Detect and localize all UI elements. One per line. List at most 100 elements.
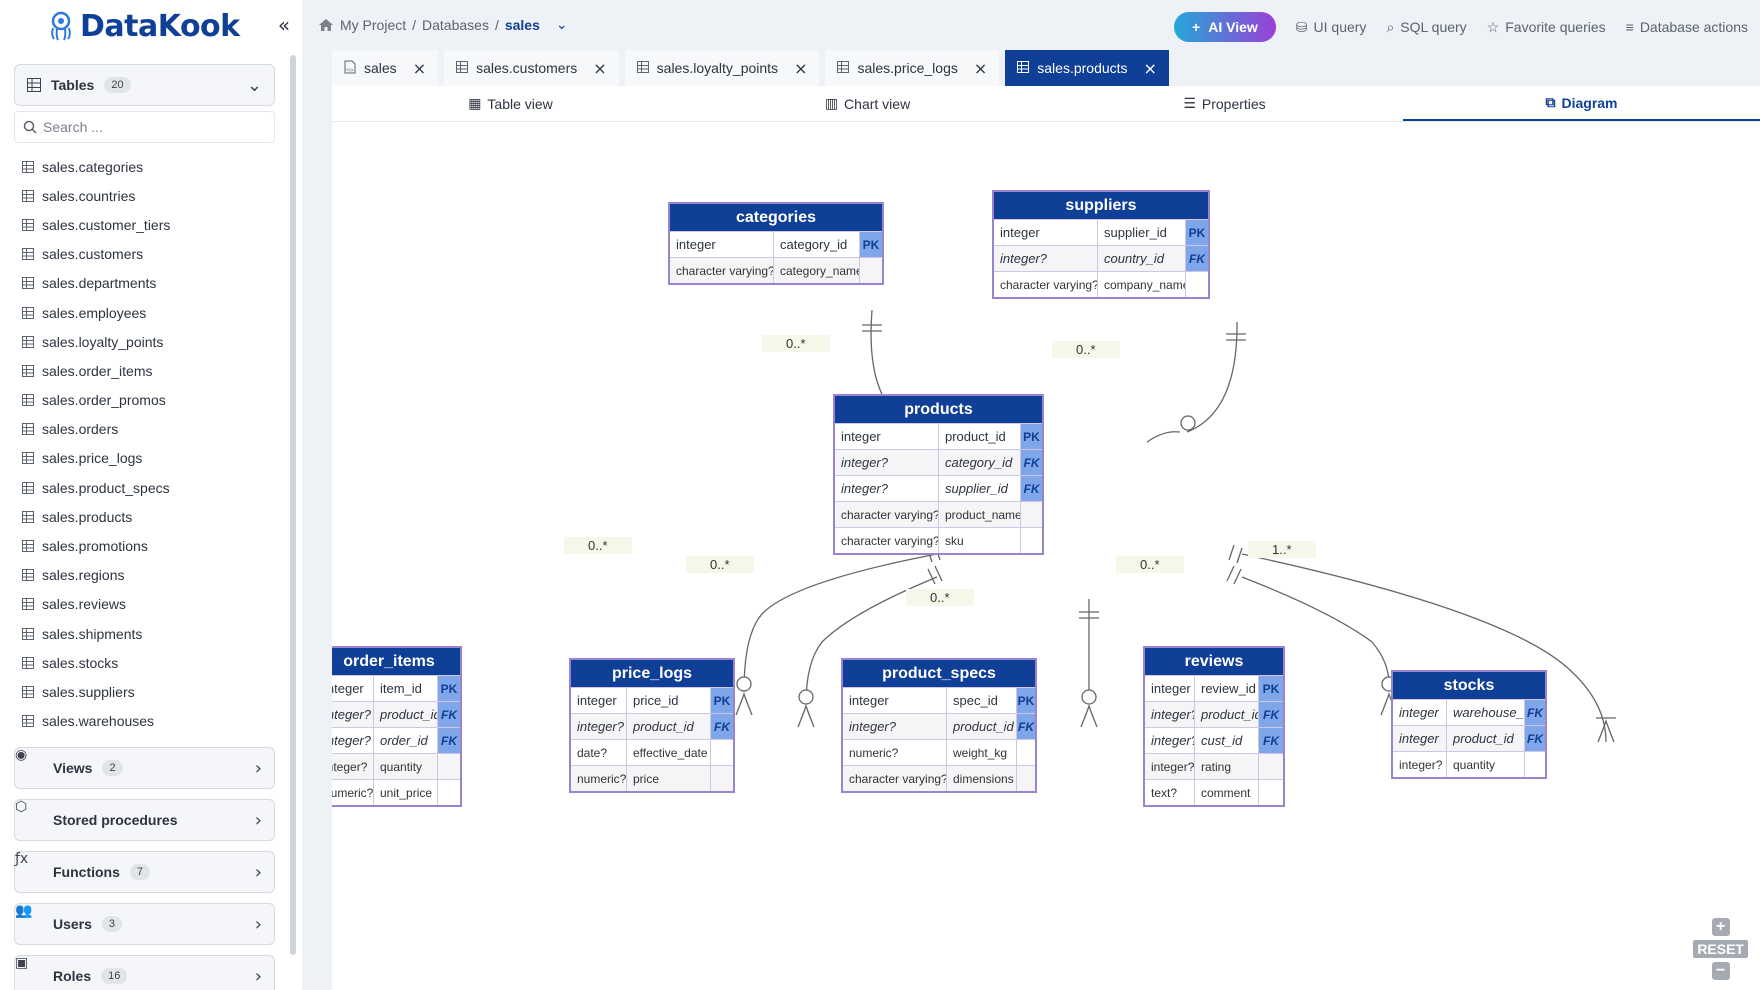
chevron-right-icon[interactable]: › xyxy=(255,758,262,779)
entity-order_items[interactable]: order_itemsintegeritem_idPKinteger?produ… xyxy=(332,646,462,807)
sidebar-table-item[interactable]: sales.reviews xyxy=(22,590,282,619)
column-name: price xyxy=(627,766,711,791)
breadcrumb-databases[interactable]: Databases xyxy=(422,17,489,33)
search-input[interactable]: Search ... xyxy=(43,119,103,135)
sidebar-section-stored-procedures[interactable]: ⬡ Stored procedures › xyxy=(14,799,275,841)
column-type: integer xyxy=(835,424,939,449)
ai-view-button[interactable]: + AI View xyxy=(1174,12,1276,42)
sidebar-section-functions[interactable]: ƒx Functions 7 › xyxy=(14,851,275,893)
column-key-badge: PK xyxy=(711,688,733,713)
zoom-in-button[interactable]: + xyxy=(1711,918,1730,936)
column-type: date? xyxy=(571,740,627,765)
database-actions-button[interactable]: ≡ Database actions xyxy=(1626,19,1748,35)
sql-query-label: SQL query xyxy=(1400,19,1467,35)
sql-query-button[interactable]: ⌕ SQL query xyxy=(1386,19,1466,36)
sidebar-table-item[interactable]: sales.loyalty_points xyxy=(22,327,282,356)
table-search-box[interactable]: Search ... xyxy=(14,111,275,143)
chevron-right-icon[interactable]: › xyxy=(255,810,262,831)
sidebar-table-item[interactable]: sales.order_promos xyxy=(22,386,282,415)
zoom-out-button[interactable]: − xyxy=(1711,962,1730,980)
entity-products[interactable]: products integer product_id PK integer? categ… xyxy=(833,394,1044,555)
chevron-right-icon[interactable]: › xyxy=(255,966,262,987)
close-icon[interactable]: × xyxy=(413,59,426,78)
sidebar-table-item[interactable]: sales.orders xyxy=(22,415,282,444)
chevron-right-icon[interactable]: › xyxy=(255,862,262,883)
close-icon[interactable]: × xyxy=(974,59,987,78)
sidebar-table-item[interactable]: sales.customers xyxy=(22,240,282,269)
sidebar-table-item[interactable]: sales.categories xyxy=(22,152,282,181)
subtab-diagram[interactable]: ⧉ Diagram xyxy=(1403,86,1760,121)
ui-query-button[interactable]: ⛁ UI query xyxy=(1296,19,1367,36)
entity-product_specs[interactable]: product_specs integer spec_id PK integer? pro… xyxy=(841,658,1037,793)
entity-column-row: integeritem_idPK xyxy=(332,675,460,701)
breadcrumb-current[interactable]: sales xyxy=(505,17,540,33)
sidebar-section-roles[interactable]: ▣ Roles 16 › xyxy=(14,955,275,990)
star-list-icon: ☆ xyxy=(1486,18,1500,35)
tab-sales-loyalty_points[interactable]: sales.loyalty_points × xyxy=(624,50,820,86)
sidebar-table-item[interactable]: sales.order_items xyxy=(22,356,282,385)
sidebar-section-users[interactable]: 👥 Users 3 › xyxy=(14,903,275,945)
tables-section-header[interactable]: Tables 20 ⌄ xyxy=(14,64,275,106)
breadcrumb-project[interactable]: My Project xyxy=(340,17,406,33)
sidebar-table-item[interactable]: sales.price_logs xyxy=(22,444,282,473)
sidebar-table-item[interactable]: sales.suppliers xyxy=(22,677,282,706)
column-key-badge: PK xyxy=(1017,688,1035,713)
sidebar-table-item[interactable]: sales.warehouses xyxy=(22,707,282,736)
entity-reviews[interactable]: reviews integer review_id PK integer? product… xyxy=(1143,646,1285,807)
sidebar-table-item[interactable]: sales.shipments xyxy=(22,619,282,648)
tables-section-label: Tables xyxy=(51,77,95,93)
sidebar-table-item[interactable]: sales.products xyxy=(22,502,282,531)
entity-column-row: integer? supplier_id FK xyxy=(835,475,1042,501)
subtab-table-view[interactable]: ▦ Table view xyxy=(332,86,689,121)
chevron-down-icon[interactable]: ⌄ xyxy=(556,17,568,33)
entity-column-row: integer?product_idFK xyxy=(571,713,733,739)
zoom-reset-button[interactable]: RESET xyxy=(1693,940,1748,958)
collapse-sidebar-icon[interactable]: « xyxy=(272,12,296,38)
home-icon[interactable] xyxy=(318,18,334,32)
tab-sales-customers[interactable]: sales.customers × xyxy=(444,50,619,86)
sidebar-table-item[interactable]: sales.promotions xyxy=(22,531,282,560)
column-type: integer? xyxy=(835,476,939,501)
column-type: integer xyxy=(1393,700,1447,725)
tab-sales[interactable]: SQL sales × xyxy=(332,50,439,86)
column-type: integer? xyxy=(332,728,374,753)
tab-label: sales.customers xyxy=(476,60,578,76)
sidebar-table-item[interactable]: sales.employees xyxy=(22,298,282,327)
subtab-properties[interactable]: ☰ Properties xyxy=(1046,86,1403,121)
sidebar-table-item[interactable]: sales.stocks xyxy=(22,648,282,677)
chevron-down-icon[interactable]: ⌄ xyxy=(247,75,262,96)
table-icon xyxy=(22,394,34,407)
sidebar-table-item[interactable]: sales.regions xyxy=(22,561,282,590)
entity-categories[interactable]: categories integer category_id PK character … xyxy=(668,202,884,285)
entity-price_logs[interactable]: price_logs integer price_id PK integer? produ… xyxy=(569,658,735,793)
column-type: numeric? xyxy=(571,766,627,791)
column-key-badge xyxy=(438,754,460,779)
sidebar-table-item[interactable]: sales.customer_tiers xyxy=(22,210,282,239)
close-icon[interactable]: × xyxy=(593,59,606,78)
column-key-badge xyxy=(1259,754,1283,779)
column-name: quantity xyxy=(1447,752,1525,777)
entity-column-row: integer?quantity xyxy=(332,753,460,779)
sidebar-section-count: 2 xyxy=(102,760,123,776)
sidebar-table-label: sales.departments xyxy=(42,275,157,292)
tab-sales-price_logs[interactable]: sales.price_logs × xyxy=(825,50,1000,86)
favorite-queries-button[interactable]: ☆ Favorite queries xyxy=(1487,19,1606,36)
sidebar-table-item[interactable]: sales.product_specs xyxy=(22,473,282,502)
table-icon xyxy=(27,78,41,92)
chevron-right-icon[interactable]: › xyxy=(255,914,262,935)
column-name: product_id xyxy=(374,702,438,727)
sidebar-scrollbar[interactable] xyxy=(290,55,296,955)
close-icon[interactable]: × xyxy=(794,59,807,78)
sidebar-table-item[interactable]: sales.countries xyxy=(22,181,282,210)
entity-suppliers[interactable]: suppliers integer supplier_id PK integer? cou… xyxy=(992,190,1210,299)
tab-sales-products[interactable]: sales.products × xyxy=(1005,50,1169,86)
sidebar-table-item[interactable]: sales.departments xyxy=(22,269,282,298)
entity-stocks[interactable]: stocksintegerwarehouse_idFKintegerproduc… xyxy=(1391,670,1547,779)
app-logo[interactable]: DataKook xyxy=(48,8,240,44)
sidebar-section-views[interactable]: ◉ Views 2 › xyxy=(14,747,275,789)
close-icon[interactable]: × xyxy=(1144,59,1157,78)
column-name: rating xyxy=(1195,754,1259,779)
diagram-canvas[interactable]: 0..* 0..* 0..* 0..* 0..* 0..* 1..* categ… xyxy=(332,122,1760,990)
subtab-chart-view[interactable]: ▥ Chart view xyxy=(689,86,1046,121)
column-type: integer? xyxy=(1145,754,1195,779)
